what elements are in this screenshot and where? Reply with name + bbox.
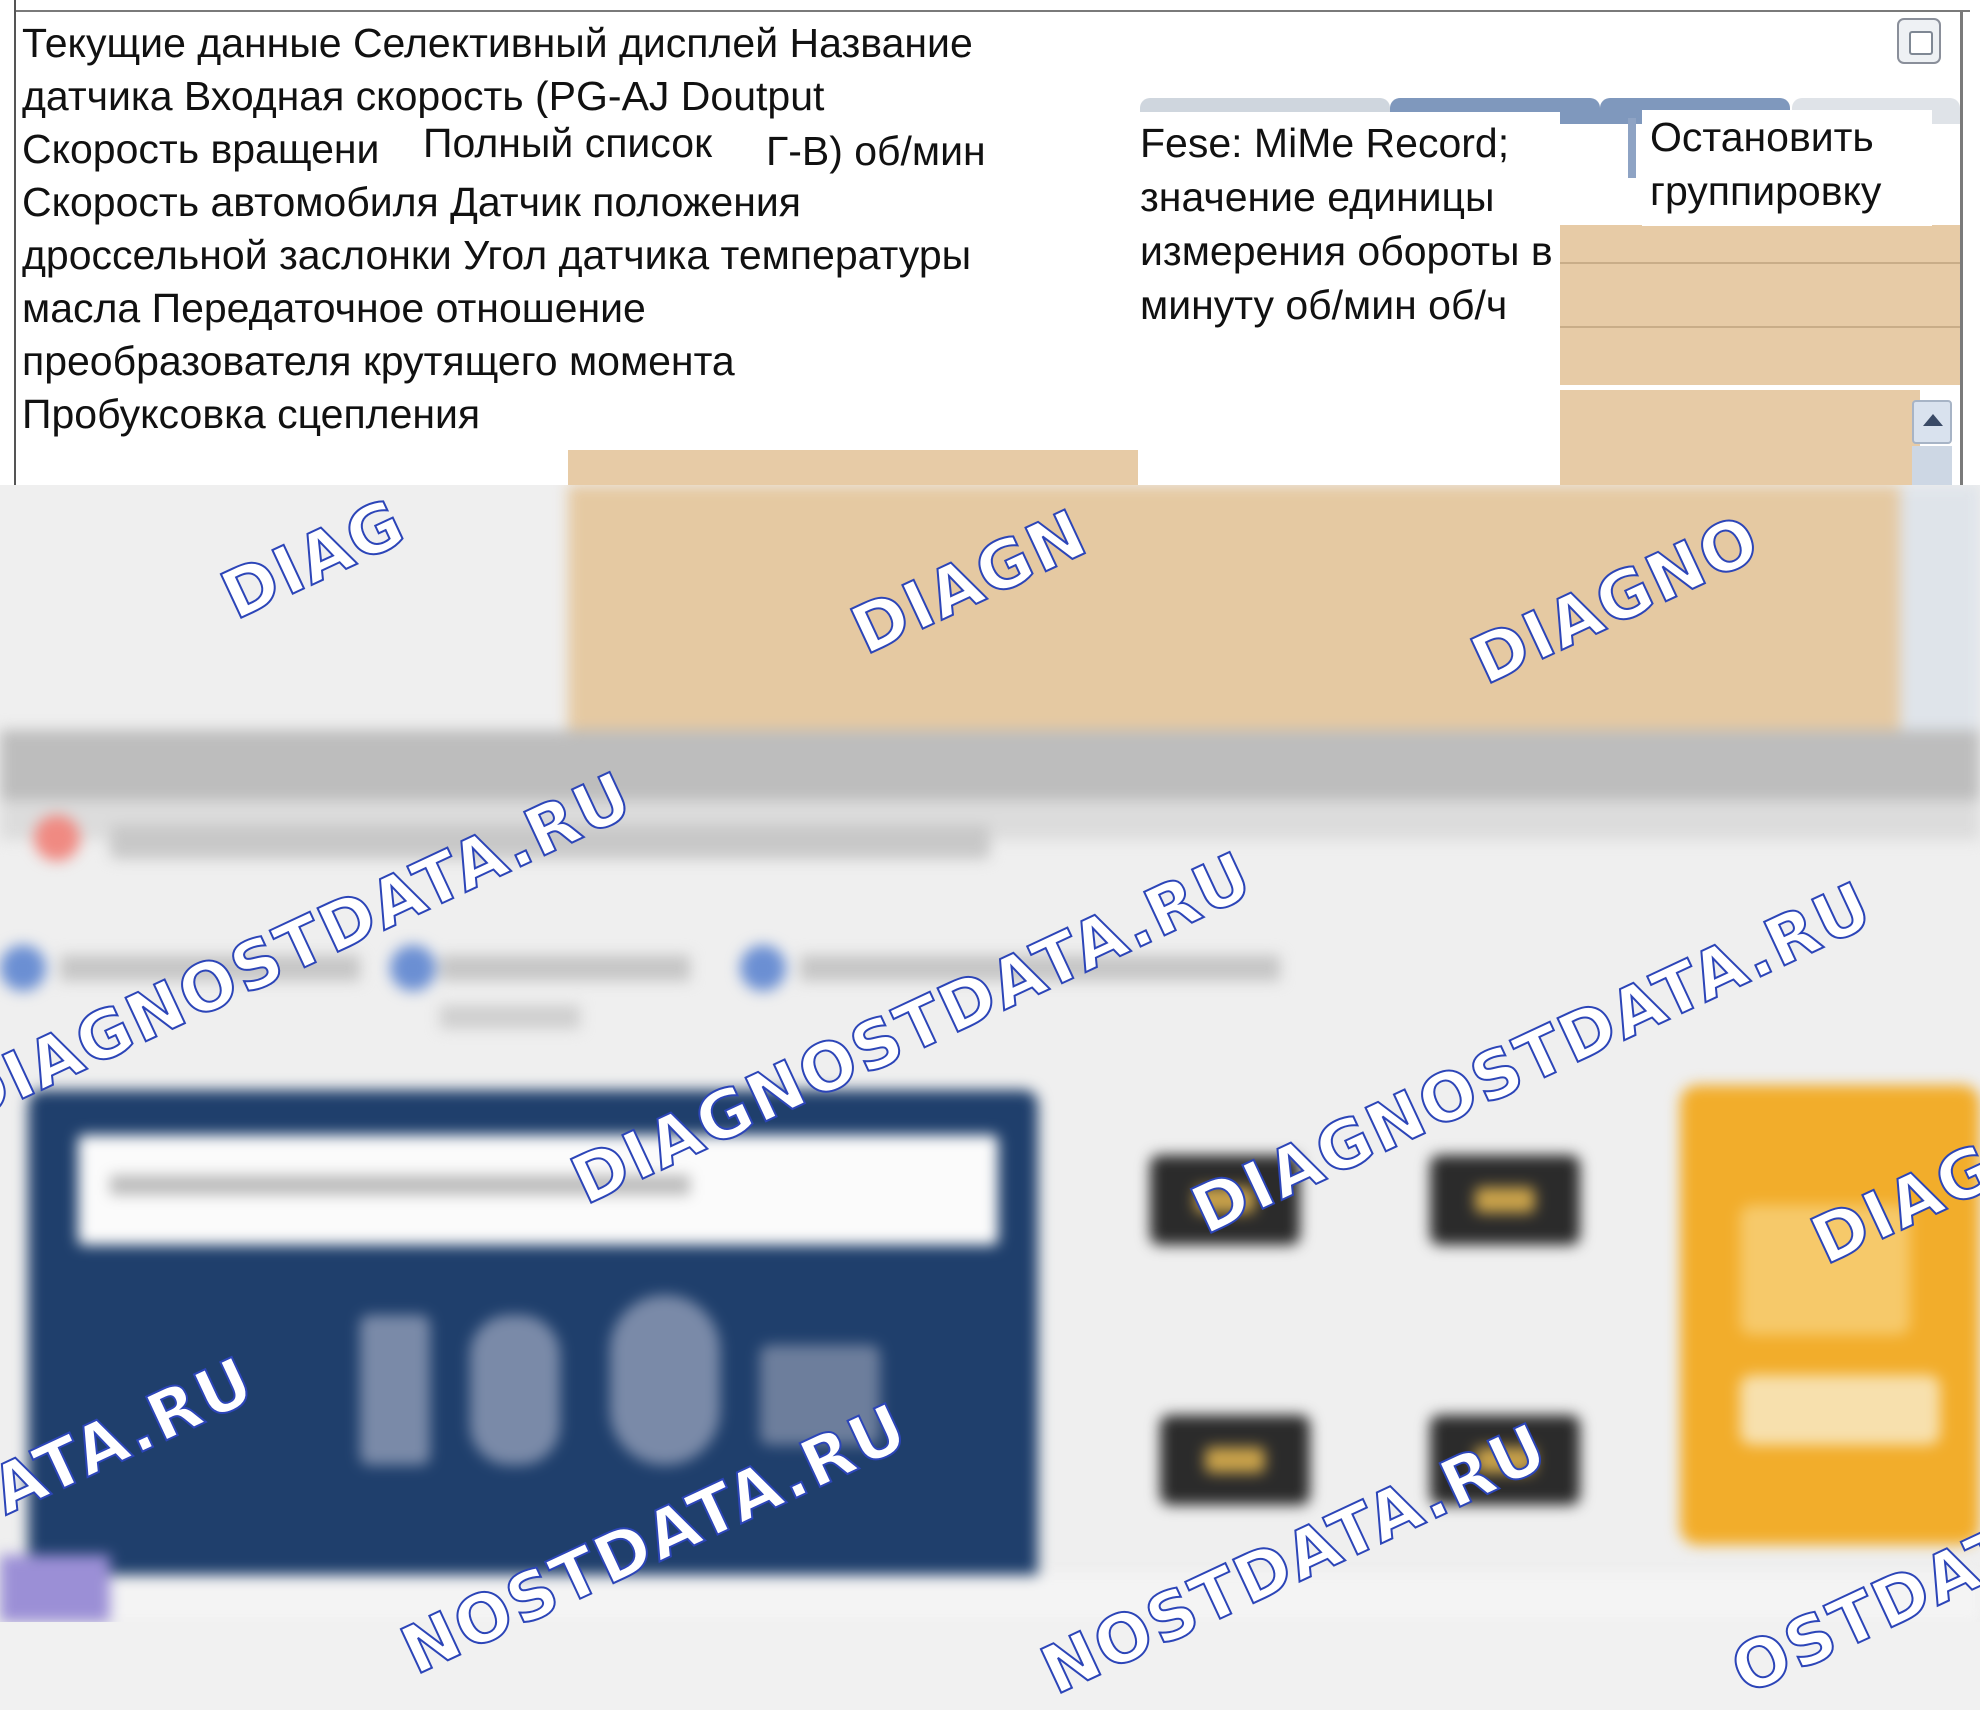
blurred-nav-text: [440, 955, 690, 981]
selection-bar: [1628, 118, 1636, 178]
sensor-list-text: Текущие данные Селективный дисплей Назва…: [22, 17, 973, 441]
blurred-window-edge: [0, 730, 1980, 800]
record-settings-line: измерения обороты в: [1140, 228, 1553, 274]
dialog-left-border: [14, 0, 16, 485]
maximize-button[interactable]: [1897, 18, 1941, 64]
data-grid-area-left: [568, 450, 1138, 485]
scroll-up-button[interactable]: [1912, 400, 1952, 444]
blurred-nav-text: [60, 955, 360, 981]
blurred-product-image: [1150, 1155, 1300, 1245]
maximize-icon: [1909, 31, 1933, 55]
full-list-button[interactable]: Полный список: [419, 118, 717, 168]
sensor-list-line: Текущие данные Селективный дисплей Назва…: [22, 20, 973, 66]
blurred-background-screen: [0, 485, 1980, 1622]
data-grid-area: [1560, 225, 1960, 385]
blurred-nav-icon: [0, 945, 46, 991]
sensor-list-line: дроссельной заслонки Угол датчика темпер…: [22, 232, 972, 278]
blurred-product-image: [1430, 1415, 1580, 1505]
sensor-list-line: Скорость автомобиля Датчик положения: [22, 179, 801, 225]
blurred-input-text: [110, 1175, 690, 1195]
blurred-nav-icon: [740, 945, 786, 991]
blurred-corner-badge: [0, 1555, 110, 1622]
blurred-promo-button: [1740, 1375, 1940, 1445]
blurred-site-icon: [34, 815, 80, 861]
blurred-nav-icon: [390, 945, 436, 991]
grid-row-divider: [1560, 262, 1960, 264]
stop-grouping-line: Остановить: [1650, 114, 1874, 160]
blurred-product-image: [1430, 1155, 1580, 1245]
blurred-data-grid: [568, 485, 1908, 735]
grid-row-divider: [1560, 326, 1960, 328]
dialog-top-border: [14, 10, 1970, 12]
record-settings-panel: Fese: MiMe Record; значение единицы изме…: [1140, 112, 1560, 334]
blurred-nav-text: [800, 955, 1280, 981]
sensor-list-line: преобразователя крутящего момента: [22, 338, 735, 384]
chevron-up-icon: [1923, 414, 1943, 426]
stop-grouping-label: Остановить группировку: [1650, 110, 1881, 218]
sensor-list-line: масла Передаточное отношение: [22, 285, 646, 331]
sensor-list-line: датчика Входная скорость (PG-AJ Doutput: [22, 73, 825, 119]
blurred-address-bar: [110, 825, 990, 859]
record-settings-line: значение единицы: [1140, 174, 1495, 220]
range-unit-label: Г-В) об/мин: [762, 126, 990, 176]
dialog-right-border: [1960, 10, 1963, 485]
blurred-nav-text: [440, 1005, 580, 1029]
blurred-glyph: [360, 1315, 430, 1465]
sensor-list-line: Пробуксовка сцепления: [22, 391, 481, 437]
record-settings-text: Fese: MiMe Record; значение единицы изме…: [1140, 116, 1553, 332]
blurred-glyph: [470, 1315, 560, 1465]
sensor-data-dialog: Текущие данные Селективный дисплей Назва…: [0, 0, 1980, 485]
stop-grouping-button[interactable]: Остановить группировку: [1628, 110, 1932, 226]
stop-grouping-line: группировку: [1650, 168, 1882, 214]
blurred-product-image: [1160, 1415, 1310, 1505]
blurred-footer: [110, 1575, 1980, 1622]
blurred-content: [0, 485, 1980, 1622]
blurred-promo-image: [1740, 1205, 1910, 1335]
data-grid-area-lower: [1560, 390, 1920, 485]
scrollbar-track[interactable]: [1912, 446, 1952, 485]
record-settings-line: минуту об/мин об/ч: [1140, 282, 1508, 328]
record-settings-line: Fese: MiMe Record;: [1140, 120, 1510, 166]
blurred-glyph: [610, 1295, 720, 1465]
blurred-glyph: [760, 1345, 880, 1445]
